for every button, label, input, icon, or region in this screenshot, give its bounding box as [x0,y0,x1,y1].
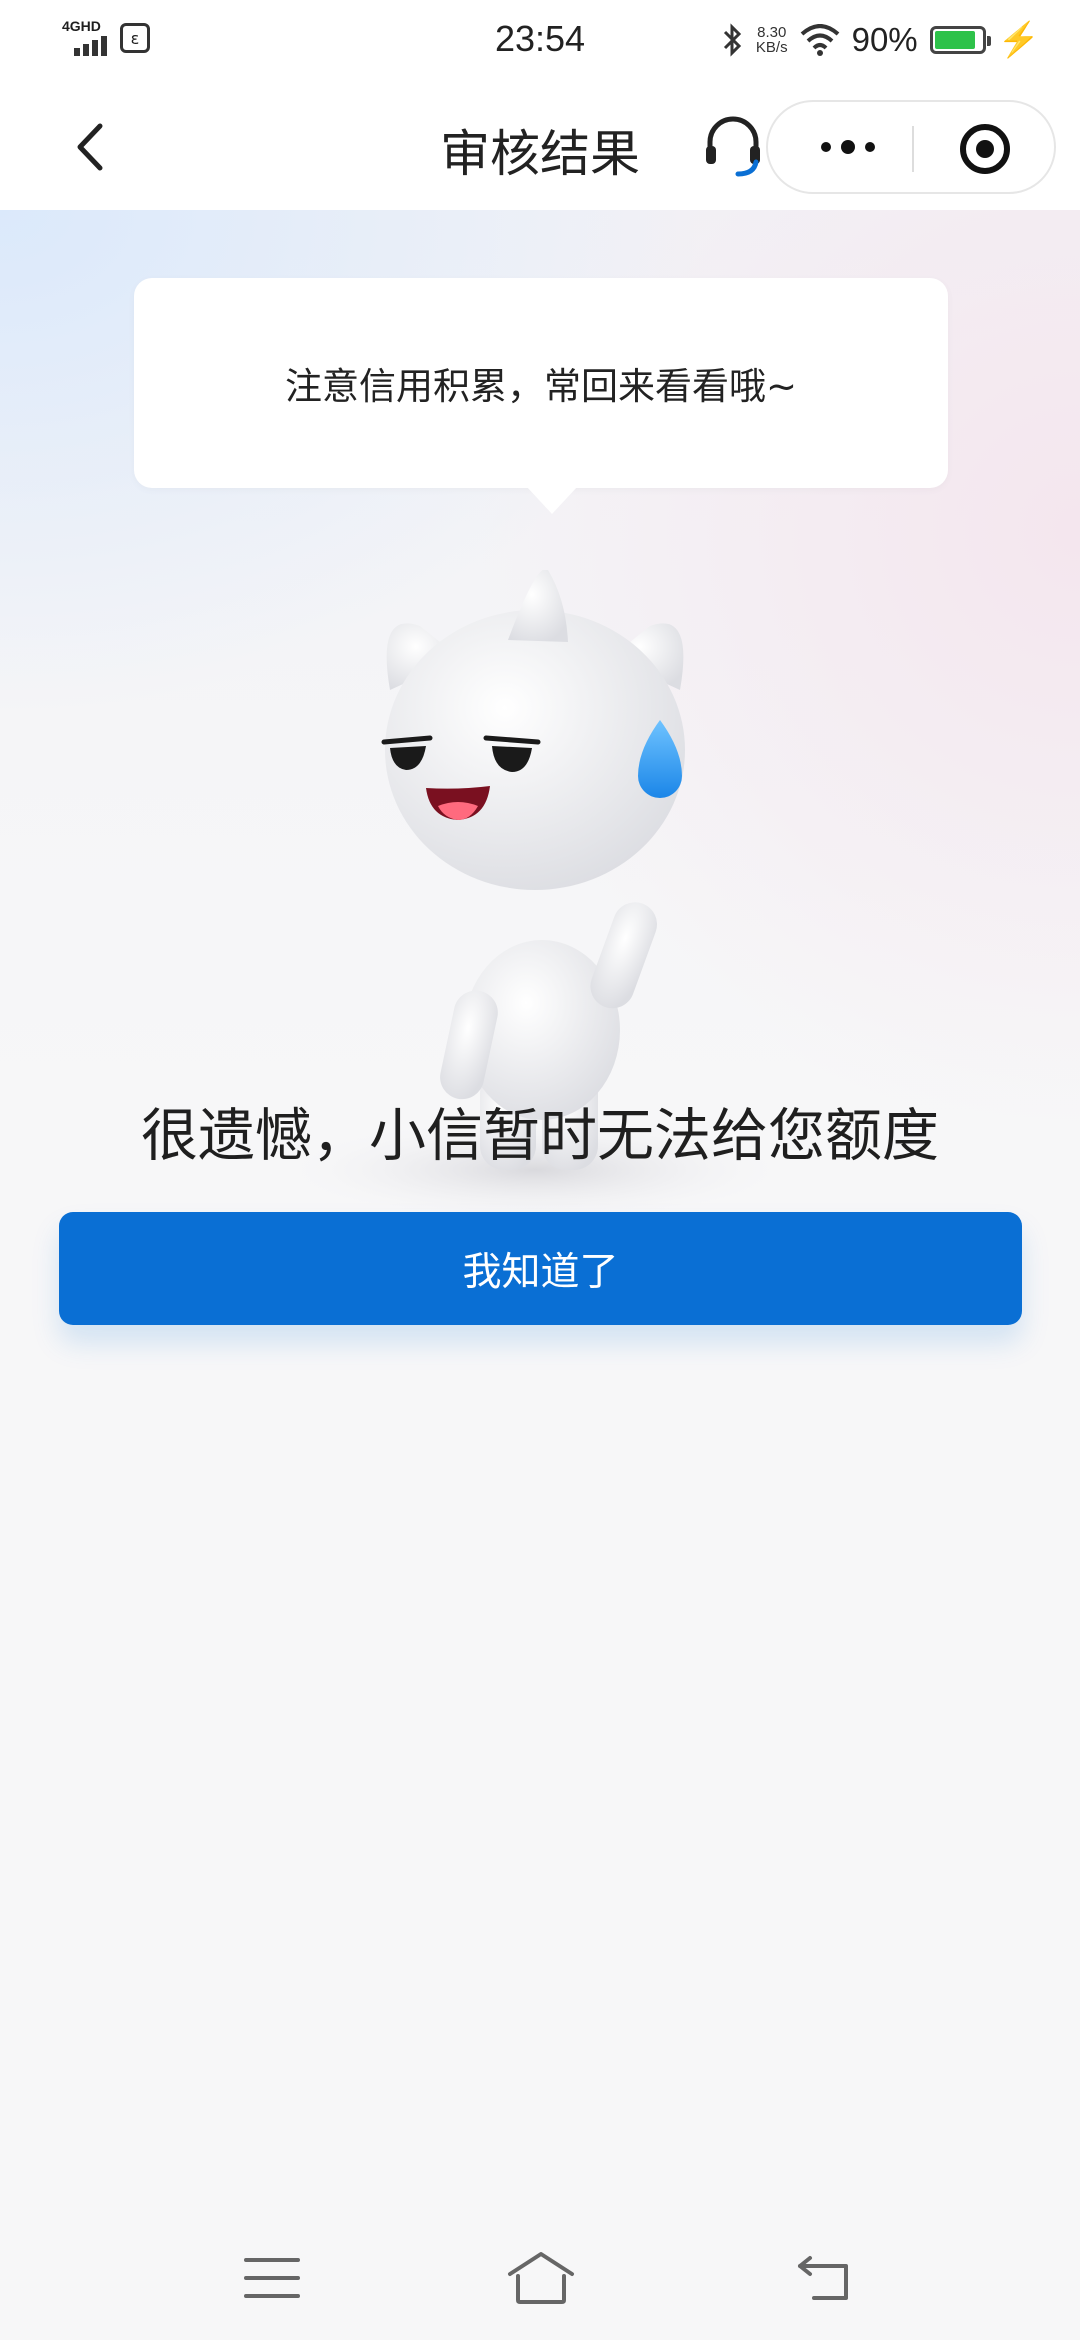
mini-program-capsule [766,100,1056,194]
status-bar: 4GHD ε 23:54 8.30 KB/s 90% ⚡ [0,0,1080,84]
battery-percent: 90% [851,21,918,58]
nav-bar: 审核结果 [0,84,1080,210]
menu-icon[interactable] [244,2256,300,2300]
battery-icon [929,26,991,54]
acknowledge-button[interactable]: 我知道了 [59,1212,1022,1325]
wifi-icon [800,24,839,56]
capsule-divider [912,126,914,172]
speed-unit: KB/s [755,39,788,56]
home-icon[interactable] [506,2250,576,2306]
result-title: 很遗憾，小信暂时无法给您额度 [141,1103,939,1169]
return-icon[interactable] [796,2254,852,2302]
bubble-text: 注意信用积累，常回来看看哦~ [284,365,797,408]
network-speed: 8.30 KB/s [756,25,788,55]
target-icon[interactable] [958,122,1012,176]
bluetooth-icon [723,23,742,57]
status-right: 8.30 KB/s 90% ⚡ [722,20,1040,60]
speech-bubble: 注意信用积累，常回来看看哦~ [134,278,948,514]
more-dots-icon[interactable] [808,124,888,170]
headset-icon[interactable] [700,112,766,178]
system-nav-bar [0,2220,1080,2340]
main-content: 注意信用积累，常回来看看哦~ 很遗憾，小信暂时无法给您额度 我知道了 [0,210,1080,2340]
speed-value: 8.30 [757,24,787,41]
charging-icon: ⚡ [997,21,1040,59]
